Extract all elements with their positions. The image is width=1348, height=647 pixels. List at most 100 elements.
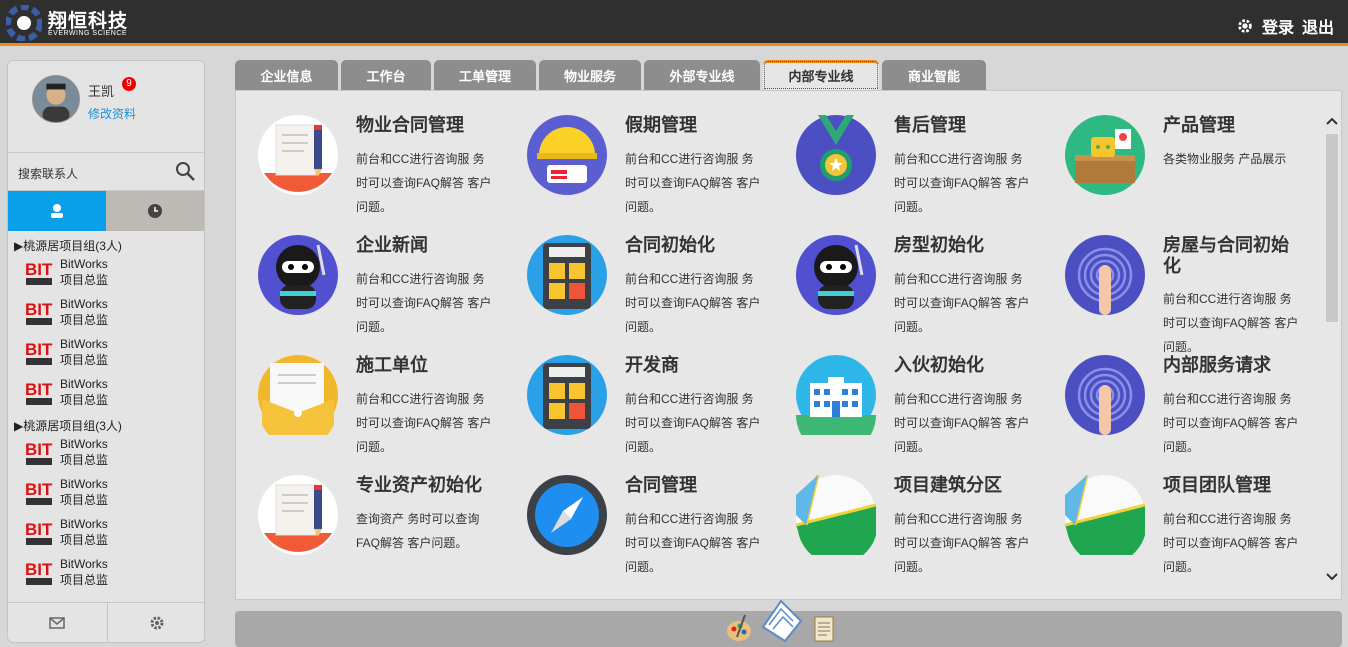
medal-icon[interactable] [796, 115, 876, 195]
building-icon[interactable] [796, 355, 876, 435]
module-tabs: 企业信息 工作台 工单管理 物业服务 外部专业线 内部专业线 商业智能 [235, 60, 986, 90]
app-title[interactable]: 入伙初始化 [894, 355, 1030, 376]
app-card[interactable]: 施工单位 前台和CC进行咨询服 务时可以查询FAQ解答 客户问题。 [236, 331, 496, 454]
tab-work-order[interactable]: 工单管理 [434, 60, 536, 90]
svg-text:BIT: BIT [25, 340, 53, 359]
app-title[interactable]: 合同管理 [625, 475, 761, 496]
scrollbar-thumb[interactable] [1326, 134, 1338, 322]
fingerprint-icon[interactable] [1065, 235, 1145, 315]
app-title[interactable]: 合同初始化 [625, 235, 761, 256]
app-card[interactable]: 房型初始化 前台和CC进行咨询服 务时可以查询FAQ解答 客户问题。 [774, 211, 1034, 334]
app-card[interactable]: 内部服务请求 前台和CC进行咨询服 务时可以查询FAQ解答 客户问题。 [1043, 331, 1303, 454]
app-card[interactable]: 房屋与合同初始化 前台和CC进行咨询服 务时可以查询FAQ解答 客户问题。 [1043, 211, 1303, 354]
list-item[interactable]: BIT BitWorks 项目总监 [8, 373, 204, 413]
calculator-icon[interactable] [527, 355, 607, 435]
app-description: 前台和CC进行咨询服 务时可以查询FAQ解答 客户问题。 [625, 512, 761, 574]
app-title[interactable]: 内部服务请求 [1163, 355, 1299, 376]
contact-name: BitWorks [60, 257, 108, 271]
app-title[interactable]: 房屋与合同初始化 [1163, 235, 1299, 277]
bitworks-logo-icon: BIT [25, 480, 53, 505]
app-grid: 物业合同管理 前台和CC进行咨询服 务时可以查询FAQ解答 客户问题。 假期管理 前台… [235, 90, 1342, 600]
app-card[interactable]: 产品管理 各类物业服务 产品展示 [1043, 91, 1303, 211]
list-item[interactable]: BIT BitWorks 项目总监 [8, 473, 204, 513]
search-icon[interactable] [174, 160, 196, 182]
settings-button[interactable] [108, 603, 205, 642]
message-button[interactable] [8, 603, 108, 642]
shop-icon[interactable] [1065, 115, 1145, 195]
helmet-icon[interactable] [527, 115, 607, 195]
documents-icon[interactable] [759, 597, 803, 643]
app-card[interactable]: 项目团队管理 前台和CC进行咨询服 务时可以查询FAQ解答 客户问题。 [1043, 451, 1303, 574]
tab-business-intelligence[interactable]: 商业智能 [882, 60, 986, 90]
compass-icon[interactable] [527, 475, 607, 555]
contact-search[interactable]: 搜索联系人 [8, 153, 204, 191]
app-title[interactable]: 物业合同管理 [356, 115, 492, 136]
list-item[interactable]: BIT BitWorks 项目总监 [8, 513, 204, 553]
app-card[interactable]: 入伙初始化前台和CC进行咨询服 务时可以查询FAQ解答 客户问题。 [774, 331, 1034, 454]
fingerprint-icon[interactable] [1065, 355, 1145, 435]
scrollbar[interactable] [1323, 100, 1341, 590]
app-description: 前台和CC进行咨询服 务时可以查询FAQ解答 客户问题。 [356, 152, 492, 214]
app-title[interactable]: 项目建筑分区 [894, 475, 1030, 496]
logout-link[interactable]: 退出 [1302, 14, 1334, 38]
clock-icon [148, 204, 162, 218]
document-icon[interactable] [258, 115, 338, 195]
app-card[interactable]: 合同管理前台和CC进行咨询服 务时可以查询FAQ解答 客户问题。 [505, 451, 765, 574]
contact-group[interactable]: ▶桃源居项目组(3人) [8, 233, 204, 253]
app-card[interactable]: 项目建筑分区 前台和CC进行咨询服 务时可以查询FAQ解答 客户问题。 [774, 451, 1034, 574]
logo-text: 翔恒科技 [48, 11, 129, 32]
app-card[interactable]: 合同初始化 前台和CC进行咨询服 务时可以查询FAQ解答 客户问题。 [505, 211, 765, 334]
app-title[interactable]: 房型初始化 [894, 235, 1030, 256]
scroll-down-icon[interactable] [1323, 568, 1341, 586]
app-title[interactable]: 售后管理 [894, 115, 1030, 136]
list-item[interactable]: BIT BitWorks 项目总监 [8, 553, 204, 593]
edit-profile-link[interactable]: 修改资料 [88, 105, 136, 122]
app-title[interactable]: 项目团队管理 [1163, 475, 1299, 496]
app-card[interactable]: 售后管理 前台和CC进行咨询服 务时可以查询FAQ解答 客户问题。 [774, 91, 1034, 214]
contact-role: 项目总监 [60, 393, 109, 407]
ninja-icon[interactable] [258, 235, 338, 315]
calculator-icon[interactable] [527, 235, 607, 315]
contact-role: 项目总监 [60, 493, 109, 507]
envelope-icon[interactable] [258, 355, 338, 435]
paint-icon[interactable] [725, 613, 753, 643]
svg-text:BIT: BIT [25, 480, 53, 499]
app-card[interactable]: 专业资产初始化查询资产 务时可以查询FAQ解答 客户问题。 [236, 451, 496, 571]
tab-workbench[interactable]: 工作台 [341, 60, 431, 90]
gear-icon[interactable] [1236, 17, 1254, 35]
tab-contacts[interactable] [8, 191, 106, 231]
list-item[interactable]: BIT BitWorks 项目总监 [8, 433, 204, 473]
tab-external-line[interactable]: 外部专业线 [644, 60, 760, 90]
app-card[interactable]: 开发商 前台和CC进行咨询服 务时可以查询FAQ解答 客户问题。 [505, 331, 765, 454]
svg-text:BIT: BIT [25, 560, 53, 579]
app-title[interactable]: 专业资产初始化 [356, 475, 492, 496]
scroll-up-icon[interactable] [1323, 112, 1341, 130]
tab-enterprise-info[interactable]: 企业信息 [235, 60, 338, 90]
list-item[interactable]: BIT BitWorks 项目总监 [8, 253, 204, 293]
list-item[interactable]: BIT BitWorks 项目总监 [8, 333, 204, 373]
login-link[interactable]: 登录 [1262, 14, 1294, 38]
app-card[interactable]: 企业新闻 前台和CC进行咨询服 务时可以查询FAQ解答 客户问题。 [236, 211, 496, 334]
logo-subtext: EVERWING SCIENCE [48, 30, 128, 37]
tab-recent[interactable] [106, 191, 204, 231]
contact-group[interactable]: ▶桃源居项目组(3人) [8, 413, 204, 433]
app-card[interactable]: 假期管理 前台和CC进行咨询服 务时可以查询FAQ解答 客户问题。 [505, 91, 765, 214]
map-icon[interactable] [1065, 475, 1145, 555]
dock-bar [235, 599, 1342, 647]
app-description: 查询资产 务时可以查询FAQ解答 客户问题。 [356, 512, 480, 550]
app-title[interactable]: 开发商 [625, 355, 761, 376]
list-item[interactable]: BIT BitWorks 项目总监 [8, 293, 204, 333]
app-title[interactable]: 假期管理 [625, 115, 761, 136]
app-description: 前台和CC进行咨询服 务时可以查询FAQ解答 客户问题。 [894, 392, 1030, 454]
app-card[interactable]: 物业合同管理前台和CC进行咨询服 务时可以查询FAQ解答 客户问题。 [236, 91, 496, 214]
app-title[interactable]: 施工单位 [356, 355, 492, 376]
tab-property-service[interactable]: 物业服务 [539, 60, 641, 90]
avatar[interactable] [32, 75, 80, 123]
app-title[interactable]: 企业新闻 [356, 235, 492, 256]
tab-internal-line[interactable]: 内部专业线 [763, 60, 879, 90]
ninja-icon[interactable] [796, 235, 876, 315]
document-icon[interactable] [258, 475, 338, 555]
notes-icon[interactable] [809, 613, 837, 643]
app-title[interactable]: 产品管理 [1163, 115, 1299, 136]
map-icon[interactable] [796, 475, 876, 555]
